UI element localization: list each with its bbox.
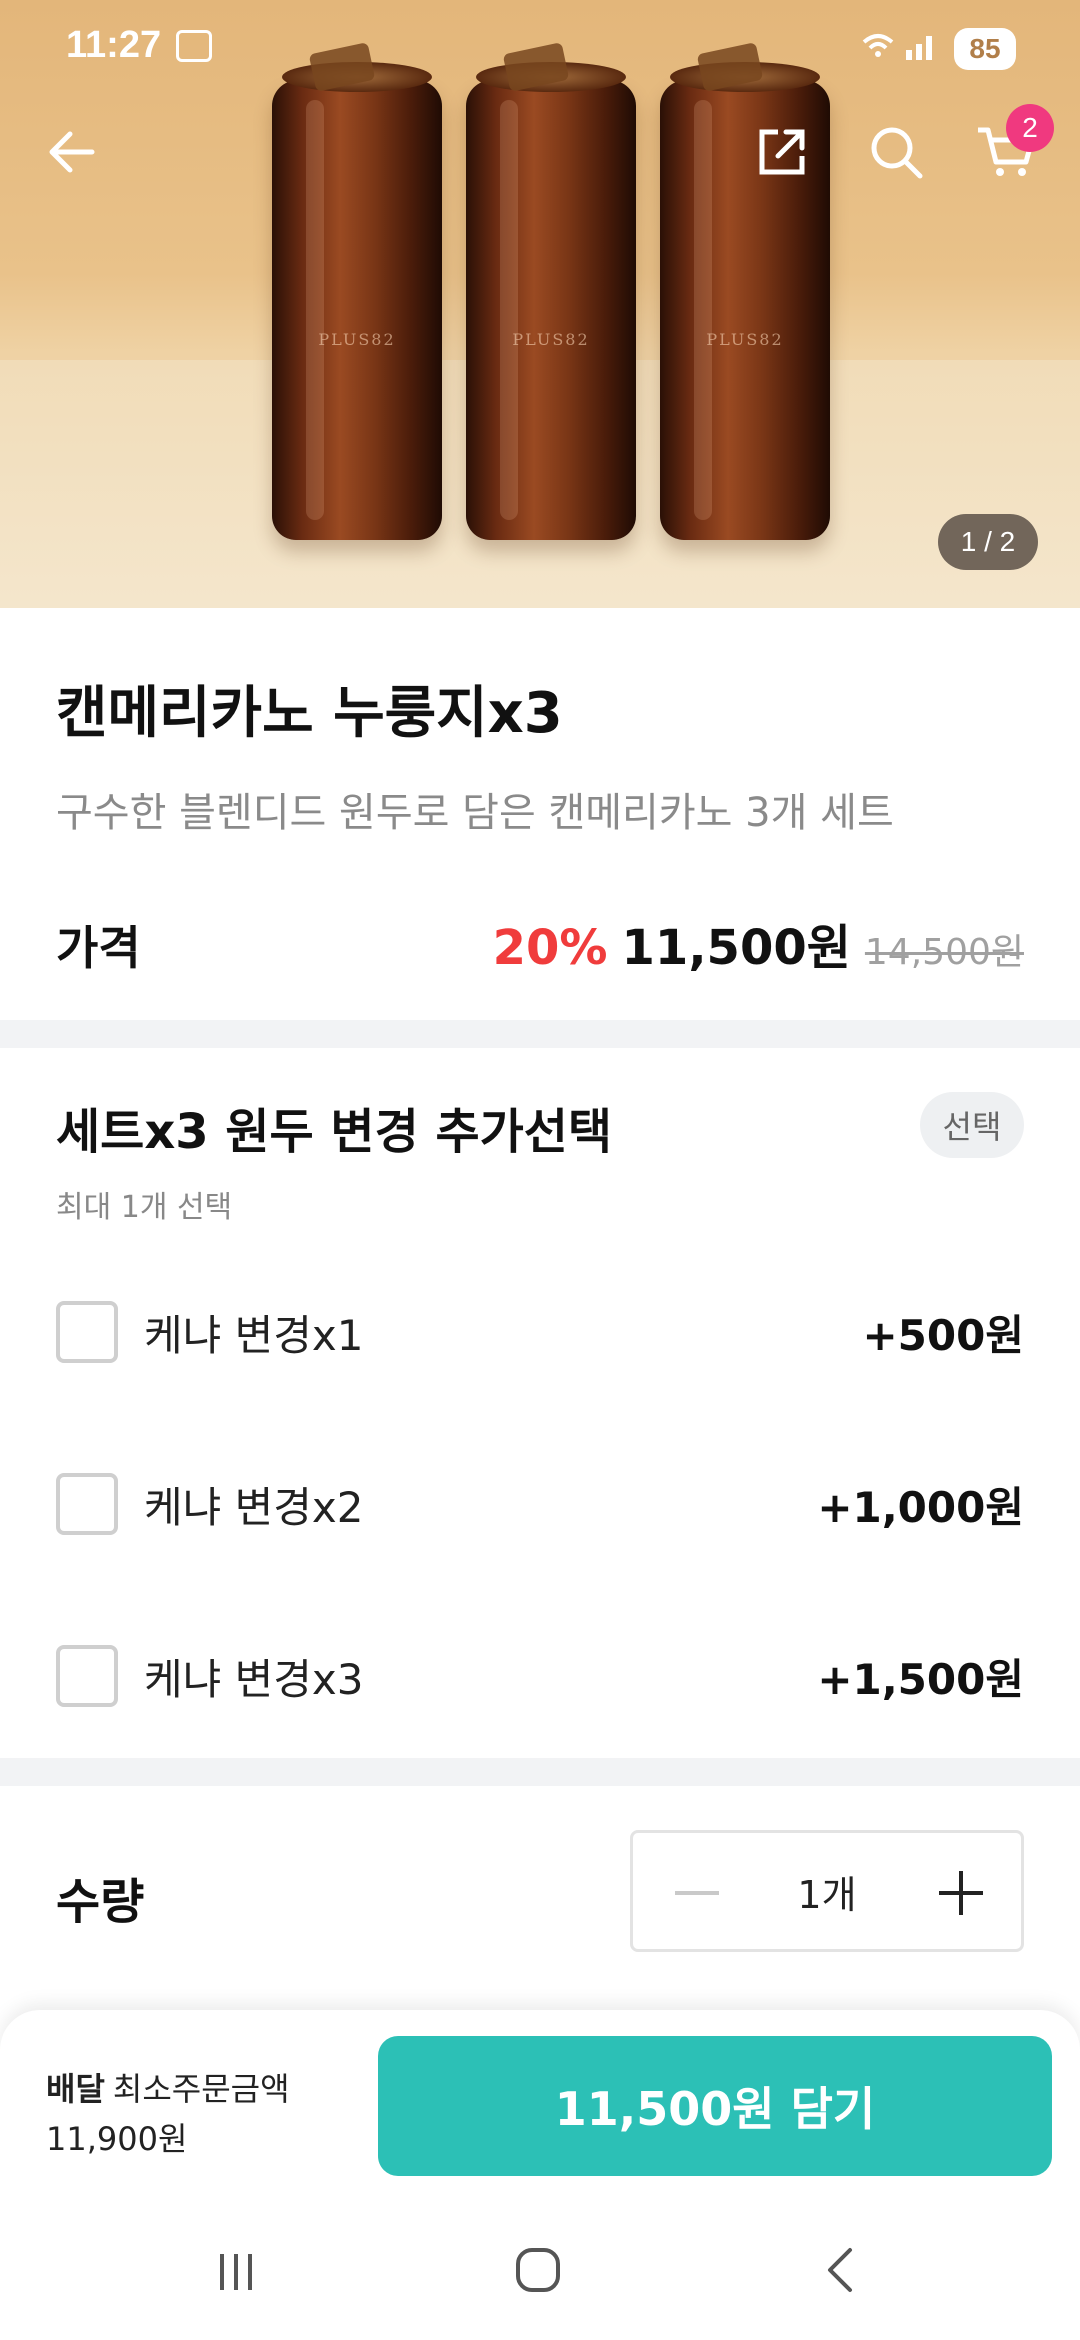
option-price: +1,500원 <box>817 1654 1024 1704</box>
option-item[interactable]: 케냐 변경x1 +500원 <box>56 1300 1024 1364</box>
quantity-label: 수량 <box>56 1874 145 1930</box>
cart-count-badge: 2 <box>1006 104 1054 152</box>
delivery-label: 배달 <box>46 2070 105 2108</box>
section-divider <box>0 1020 1080 1048</box>
option-price: +500원 <box>862 1310 1024 1360</box>
can-label: PLUS82 <box>512 330 590 349</box>
option-checkbox[interactable] <box>56 1645 118 1707</box>
option-item[interactable]: 케냐 변경x2 +1,000원 <box>56 1472 1024 1536</box>
image-pager: 1 / 2 <box>938 514 1038 570</box>
share-icon[interactable] <box>750 120 814 184</box>
section-divider <box>0 1758 1080 1786</box>
option-group-subtitle: 최대 1개 선택 <box>56 1190 233 1225</box>
coffee-can-1: PLUS82 <box>272 42 442 540</box>
status-time: 11:27 <box>66 24 162 66</box>
min-order-label: 최소주문금액 <box>112 2070 290 2108</box>
search-icon[interactable] <box>864 120 928 184</box>
option-price: +1,000원 <box>817 1482 1024 1532</box>
option-item[interactable]: 케냐 변경x3 +1,500원 <box>56 1644 1024 1708</box>
system-navigation-bar <box>0 2220 1080 2320</box>
option-name: 케냐 변경x1 <box>144 1310 364 1360</box>
signal-icon <box>860 28 940 72</box>
battery-indicator: 85 <box>954 28 1016 70</box>
delivery-info: 배달 최소주문금액 <box>46 2064 290 2110</box>
add-to-cart-button[interactable]: 11,500원 담기 <box>378 2036 1052 2176</box>
discount-rate: 20% <box>492 920 608 976</box>
optional-badge: 선택 <box>920 1092 1024 1158</box>
recent-apps-icon[interactable] <box>176 2220 296 2320</box>
option-checkbox[interactable] <box>56 1301 118 1363</box>
price-row: 20% 11,500원 14,500원 <box>493 908 1024 978</box>
screenshot-icon <box>176 30 212 62</box>
product-title: 캔메리카노 누룽지x3 <box>56 681 563 746</box>
can-label: PLUS82 <box>318 330 396 349</box>
quantity-minus-button[interactable] <box>633 1833 753 1949</box>
back-arrow-icon[interactable] <box>40 120 104 184</box>
coffee-can-2: PLUS82 <box>466 42 636 540</box>
quantity-plus-button[interactable] <box>901 1833 1021 1949</box>
original-price: 14,500원 <box>864 932 1024 973</box>
min-order-amount: 11,900원 <box>46 2120 188 2158</box>
product-image[interactable]: PLUS82 PLUS82 PLUS82 11:27 85 2 1 / 2 <box>0 0 1080 608</box>
price-label: 가격 <box>56 921 141 975</box>
product-subtitle: 구수한 블렌디드 원두로 담은 캔메리카노 3개 세트 <box>56 790 894 836</box>
can-label: PLUS82 <box>706 330 784 349</box>
quantity-value: 1개 <box>797 1872 857 1917</box>
quantity-stepper: 1개 <box>630 1830 1024 1952</box>
status-bar: 11:27 85 <box>0 0 1080 100</box>
home-icon[interactable] <box>478 2220 598 2320</box>
current-price: 11,500원 <box>621 920 851 976</box>
option-name: 케냐 변경x3 <box>144 1654 364 1704</box>
back-nav-icon[interactable] <box>782 2220 902 2320</box>
product-detail-page: PLUS82 PLUS82 PLUS82 11:27 85 2 1 / 2 캔메… <box>0 0 1080 2340</box>
option-group-title: 세트x3 원두 변경 추가선택 <box>56 1104 613 1160</box>
option-checkbox[interactable] <box>56 1473 118 1535</box>
option-name: 케냐 변경x2 <box>144 1482 364 1532</box>
